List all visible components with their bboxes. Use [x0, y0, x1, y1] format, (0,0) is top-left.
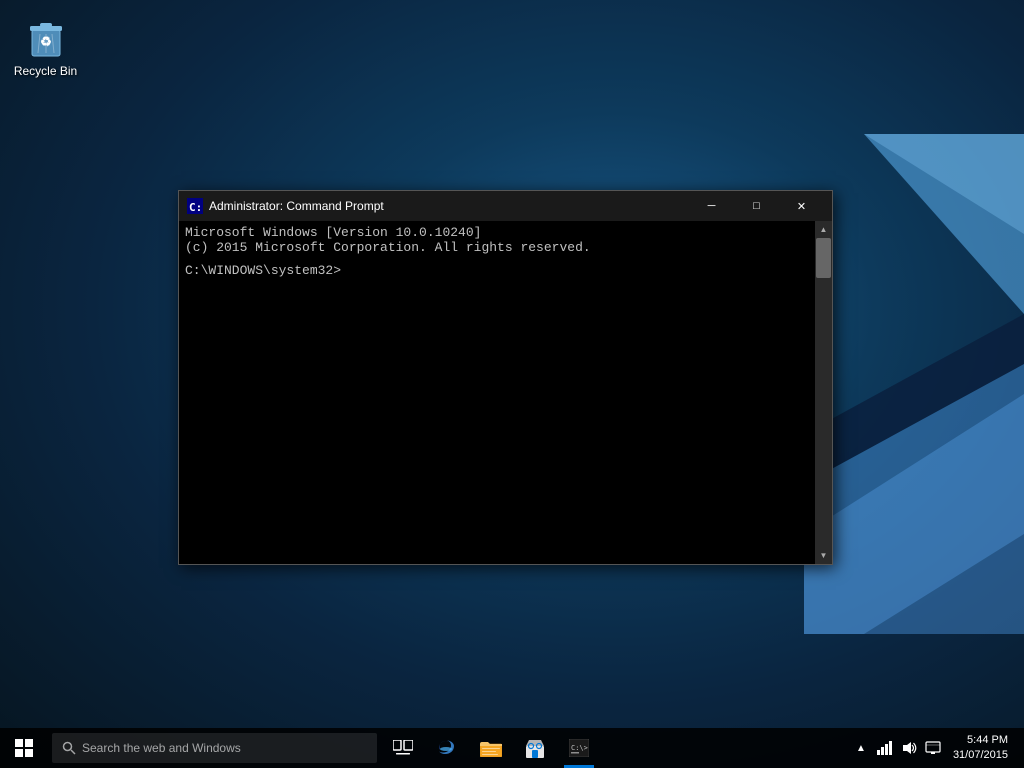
windows-logo-background	[804, 134, 1024, 634]
recycle-bin-graphic: ♻	[22, 12, 70, 60]
desktop: ♻ Recycle Bin C: Administrator: Command …	[0, 0, 1024, 768]
cmd-window: C: Administrator: Command Prompt ─ □ ✕ M…	[178, 190, 833, 565]
notification-tray-icon[interactable]	[921, 728, 945, 768]
edge-icon	[437, 738, 457, 758]
store-button[interactable]	[513, 728, 557, 768]
speaker-icon	[901, 741, 917, 755]
cmd-minimize-button[interactable]: ─	[689, 191, 734, 221]
scroll-track	[815, 238, 832, 547]
cmd-restore-button[interactable]: □	[734, 191, 779, 221]
task-view-button[interactable]	[381, 728, 425, 768]
start-button[interactable]	[0, 728, 48, 768]
search-box[interactable]: Search the web and Windows	[52, 733, 377, 763]
clock-time: 5:44 PM	[967, 733, 1008, 748]
cmd-body[interactable]: Microsoft Windows [Version 10.0.10240] (…	[179, 221, 815, 564]
file-explorer-icon	[480, 739, 502, 757]
scroll-down-arrow[interactable]: ▼	[815, 547, 832, 564]
cmd-scrollbar[interactable]: ▲ ▼	[815, 221, 832, 564]
scroll-thumb[interactable]	[816, 238, 831, 278]
notification-icon	[925, 741, 941, 755]
task-view-icon	[393, 740, 413, 756]
cmd-controls: ─ □ ✕	[689, 191, 824, 221]
search-icon	[62, 741, 76, 755]
cmd-taskbar-icon: C:\>	[569, 739, 589, 757]
speaker-tray-icon[interactable]	[897, 728, 921, 768]
edge-button[interactable]	[425, 728, 469, 768]
cmd-icon: C:	[187, 198, 203, 214]
clock[interactable]: 5:44 PM 31/07/2015	[945, 728, 1016, 768]
cmd-titlebar: C: Administrator: Command Prompt ─ □ ✕	[179, 191, 832, 221]
cmd-line2: (c) 2015 Microsoft Corporation. All righ…	[185, 240, 809, 255]
cmd-title: Administrator: Command Prompt	[209, 199, 689, 213]
tray-overflow-button[interactable]: ▲	[849, 728, 873, 768]
network-icon	[877, 741, 893, 755]
recycle-bin-label: Recycle Bin	[12, 64, 79, 78]
system-tray: ▲	[841, 728, 1024, 768]
svg-text:C:\>: C:\>	[571, 744, 588, 752]
search-placeholder: Search the web and Windows	[82, 741, 241, 755]
cmd-taskbar-button[interactable]: C:\>	[557, 728, 601, 768]
cmd-close-button[interactable]: ✕	[779, 191, 824, 221]
cmd-prompt: C:\WINDOWS\system32>	[185, 263, 809, 278]
clock-date: 31/07/2015	[953, 748, 1008, 763]
cmd-body-wrapper: Microsoft Windows [Version 10.0.10240] (…	[179, 221, 832, 564]
scroll-up-arrow[interactable]: ▲	[815, 221, 832, 238]
taskbar-icons: C:\>	[381, 728, 841, 768]
store-icon	[525, 738, 545, 758]
cmd-line1: Microsoft Windows [Version 10.0.10240]	[185, 225, 809, 240]
taskbar: Search the web and Windows	[0, 728, 1024, 768]
svg-text:C:: C:	[189, 201, 202, 214]
file-explorer-button[interactable]	[469, 728, 513, 768]
network-tray-icon[interactable]	[873, 728, 897, 768]
recycle-bin-icon[interactable]: ♻ Recycle Bin	[8, 8, 83, 82]
